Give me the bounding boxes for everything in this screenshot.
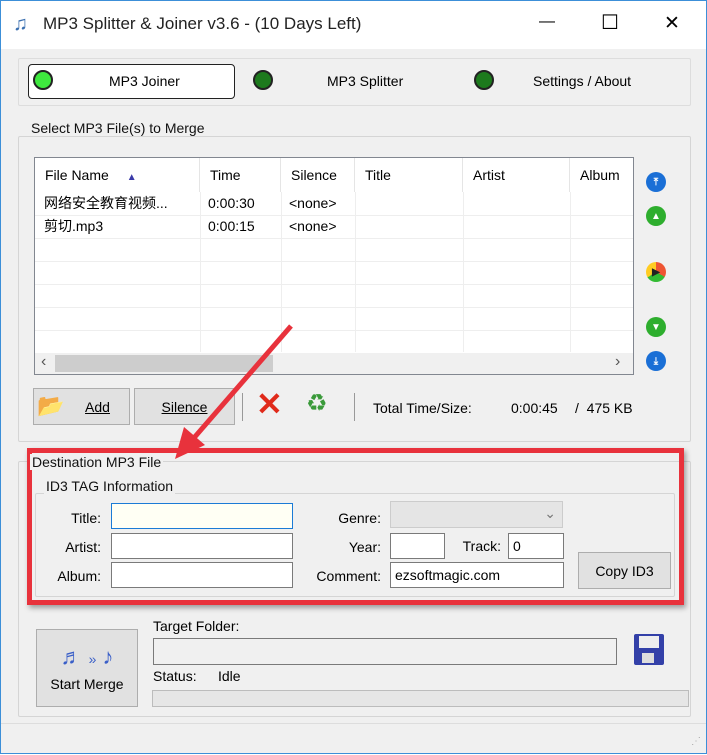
status-label: Status:	[153, 668, 197, 684]
save-icon[interactable]	[634, 634, 664, 665]
destination-group-label: Destination MP3 File	[30, 454, 164, 470]
target-folder-input[interactable]	[153, 638, 617, 665]
merge-icon: ♬ » ♪	[60, 644, 114, 669]
resize-grip-icon[interactable]: ⋰	[691, 736, 701, 747]
start-merge-button[interactable]: ♬ » ♪ Start Merge	[36, 629, 138, 707]
progress-bar	[152, 690, 689, 707]
target-folder-label: Target Folder:	[153, 618, 240, 634]
app-window: ♫ MP3 Splitter & Joiner v3.6 - (10 Days …	[0, 0, 707, 754]
status-value: Idle	[218, 668, 241, 684]
